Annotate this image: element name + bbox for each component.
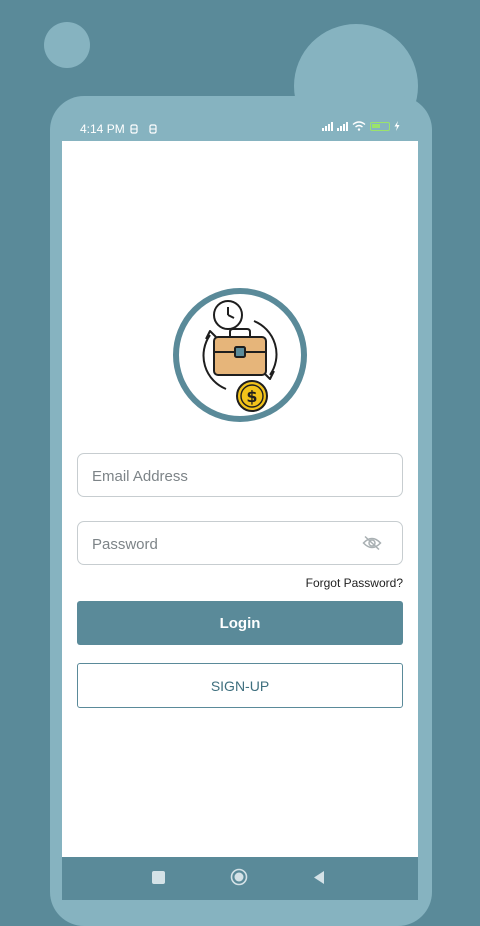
password-input[interactable]: [90, 522, 364, 566]
status-indicators: [322, 121, 400, 131]
notification-icon-2: [149, 124, 157, 134]
svg-text:$: $: [246, 387, 257, 406]
signal-icon-2: [337, 121, 348, 131]
forgot-password-link[interactable]: Forgot Password?: [306, 576, 403, 590]
background-circle-small: [44, 22, 90, 68]
circle-icon[interactable]: [230, 868, 248, 886]
battery-icon: [370, 121, 390, 131]
navigation-bar: [62, 857, 418, 900]
email-input[interactable]: [90, 454, 364, 498]
status-bar: 4:14 PM: [62, 112, 418, 142]
signup-button[interactable]: SIGN-UP: [77, 663, 403, 708]
charging-icon: [394, 121, 400, 131]
notification-icon: [130, 124, 138, 134]
status-time-group: 4:14 PM: [80, 122, 157, 136]
password-field-box: [77, 521, 403, 566]
app-screen: $ Forgot Password? Login SIGN-UP: [62, 141, 418, 857]
status-time: 4:14 PM: [80, 122, 125, 136]
email-field-box: [77, 453, 403, 498]
eye-off-icon[interactable]: [362, 535, 382, 551]
wifi-icon: [352, 121, 366, 131]
square-icon[interactable]: [152, 871, 165, 884]
login-button[interactable]: Login: [77, 601, 403, 645]
triangle-back-icon[interactable]: [312, 870, 326, 885]
briefcase-clock-money-icon: $: [173, 288, 307, 422]
signal-icon: [322, 121, 333, 131]
